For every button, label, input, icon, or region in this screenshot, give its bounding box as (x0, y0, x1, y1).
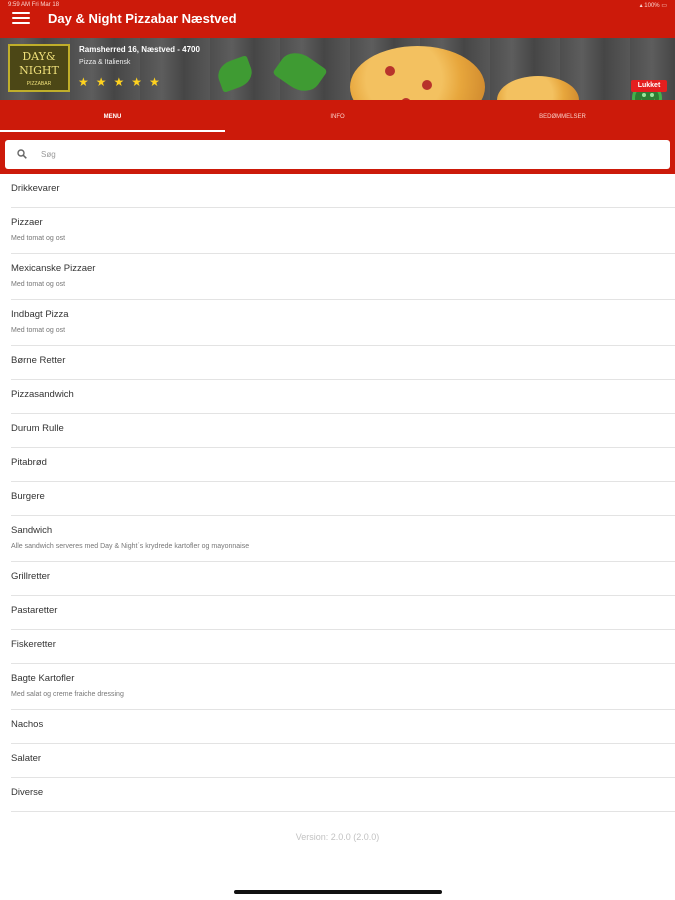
battery-percent: 100% (644, 3, 660, 9)
restaurant-address: Ramsherred 16, Næstved - 4700 (79, 45, 200, 54)
list-item-diverse[interactable]: Diverse (11, 778, 675, 812)
list-item-nachos[interactable]: Nachos (11, 710, 675, 744)
rating-stars: ★ ★ ★ ★ ★ (78, 73, 167, 91)
list-item-sandwich[interactable]: Sandwich Alle sandwich serveres med Day &… (11, 516, 675, 562)
home-indicator[interactable] (234, 890, 442, 894)
category-title: Burgere (11, 491, 45, 502)
list-item-pitabroed[interactable]: Pitabrød (11, 448, 675, 482)
category-title: Nachos (11, 719, 44, 730)
category-title: Durum Rulle (11, 423, 64, 434)
star-icon: ★ (149, 75, 160, 89)
category-description: Alle sandwich serveres med Day & Night´s… (11, 543, 250, 550)
category-title: Mexicanske Pizzaer (11, 263, 96, 274)
list-item-grillretter[interactable]: Grillretter (11, 562, 675, 596)
hamburger-menu-icon[interactable] (12, 12, 30, 26)
search-icon (17, 149, 27, 159)
pizza-image (350, 46, 485, 100)
category-title: Drikkevarer (11, 183, 60, 194)
category-description: Med salat og creme fraiche dressing (11, 691, 124, 698)
star-icon: ★ (131, 75, 143, 89)
logo-text-night: NIGHT (19, 64, 59, 77)
tab-info[interactable]: INFO (225, 100, 450, 132)
wifi-icon: ▴ (639, 3, 643, 9)
category-title: Pitabrød (11, 457, 47, 468)
list-item-bagte-kartofler[interactable]: Bagte Kartofler Med salat og creme fraich… (11, 664, 675, 710)
status-time: 9:59 AM (8, 2, 31, 8)
category-title: Grillretter (11, 571, 51, 582)
version-label: Version: 2.0.0 (2.0.0) (295, 832, 380, 842)
category-title: Salater (11, 753, 42, 764)
tab-menu[interactable]: MENU (0, 100, 225, 132)
category-title: Børne Retter (11, 355, 66, 366)
list-item-mexicanske-pizzaer[interactable]: Mexicanske Pizzaer Med tomat og ost (11, 254, 675, 300)
pizza-slice-image (497, 76, 579, 100)
star-icon: ★ (95, 75, 107, 89)
category-description: Med tomat og ost (11, 327, 66, 334)
category-title: Pizzaer (11, 217, 43, 228)
category-title: Fiskeretter (11, 639, 56, 650)
list-item-fiskeretter[interactable]: Fiskeretter (11, 630, 675, 664)
list-item-burgere[interactable]: Burgere (11, 482, 675, 516)
category-description: Med tomat og ost (11, 235, 66, 242)
closed-status-badge: Lukket (631, 80, 667, 92)
restaurant-logo: DAY& NIGHT PIZZABAR (8, 44, 70, 92)
logo-subtext: PIZZABAR (26, 81, 52, 87)
status-battery: ▴ 100% ▭ (640, 2, 667, 9)
category-title: Pastaretter (11, 605, 58, 616)
category-title: Diverse (11, 787, 44, 798)
star-icon: ★ (113, 75, 125, 89)
category-title: Sandwich (11, 525, 53, 536)
category-title: Pizzasandwich (11, 389, 74, 400)
list-item-pizzaer[interactable]: Pizzaer Med tomat og ost (11, 208, 675, 254)
logo-text-day: DAY& (22, 50, 56, 63)
list-item-boerne-retter[interactable]: Børne Retter (11, 346, 675, 380)
star-icon: ★ (78, 75, 89, 89)
search-bar (0, 132, 675, 174)
search-box (5, 140, 670, 169)
list-item-pizzasandwich[interactable]: Pizzasandwich (11, 380, 675, 414)
app-bar: 9:59 AM Fri Mar 18 ▴ 100% ▭ Day & Night … (0, 0, 675, 38)
battery-icon: ▭ (661, 3, 667, 9)
search-input[interactable] (41, 144, 641, 165)
menu-category-list: Drikkevarer Pizzaer Med tomat og ost Mexi… (11, 174, 675, 812)
list-item-salater[interactable]: Salater (11, 744, 675, 778)
list-item-drikkevarer[interactable]: Drikkevarer (11, 174, 675, 208)
basil-leaf-image (214, 55, 256, 93)
status-date: Fri Mar 18 (31, 2, 60, 8)
category-description: Med tomat og ost (11, 281, 66, 288)
basil-leaf-image (272, 45, 328, 99)
tab-bar: MENU INFO BEDØMMELSER (0, 100, 675, 132)
page-title: Day & Night Pizzabar Næstved (48, 11, 237, 26)
list-item-pastaretter[interactable]: Pastaretter (11, 596, 675, 630)
list-item-durum-rulle[interactable]: Durum Rulle (11, 414, 675, 448)
tab-reviews[interactable]: BEDØMMELSER (450, 100, 675, 132)
category-title: Bagte Kartofler (11, 673, 75, 684)
category-title: Indbagt Pizza (11, 309, 69, 320)
list-item-indbagt-pizza[interactable]: Indbagt Pizza Med tomat og ost (11, 300, 675, 346)
restaurant-cuisine: Pizza & Italiensk (79, 59, 131, 66)
status-time-date: 9:59 AM Fri Mar 18 (8, 2, 59, 8)
